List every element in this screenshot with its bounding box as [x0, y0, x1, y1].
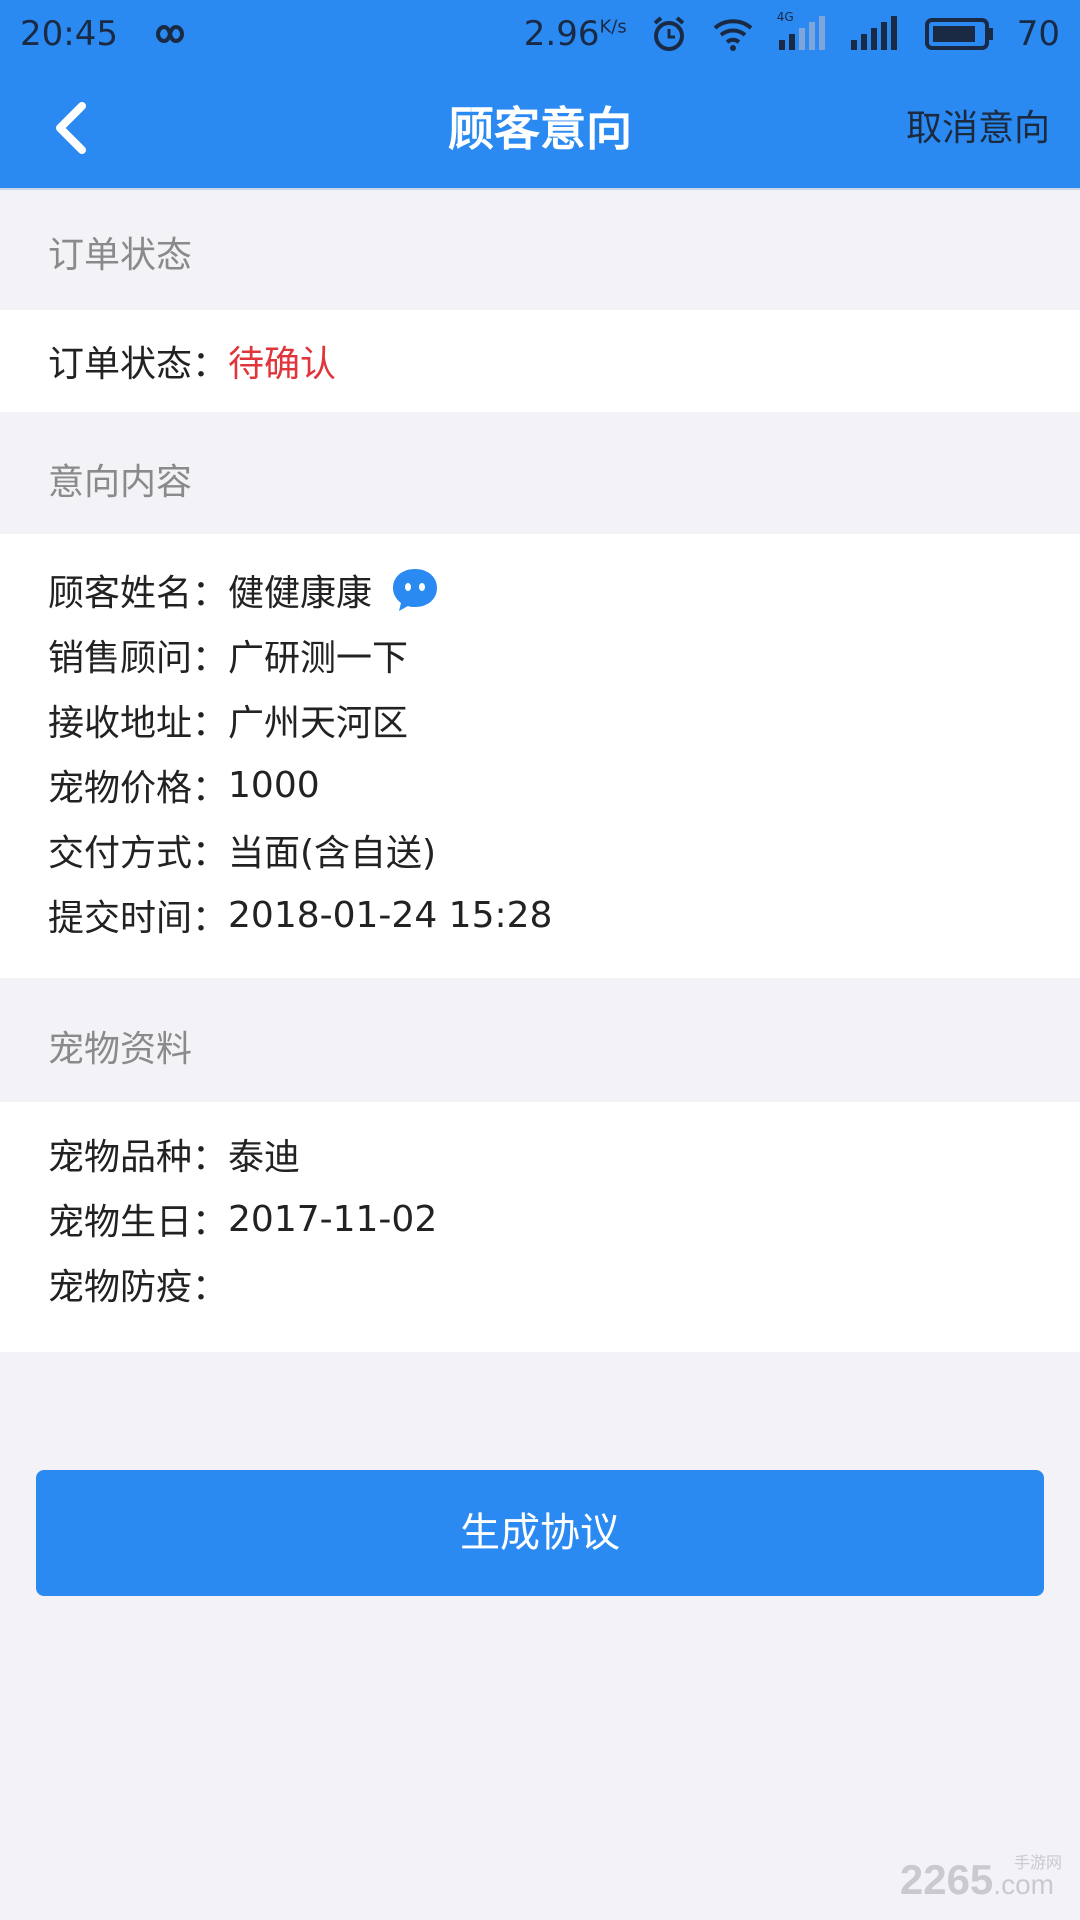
generate-agreement-button[interactable]: 生成协议: [36, 1470, 1044, 1596]
order-status-row: 订单状态： 待确认: [48, 310, 336, 412]
pet-row-breed: 宠物品种： 泰迪: [48, 1124, 300, 1184]
intent-row-value: 健健康康: [228, 573, 373, 614]
pet-row-vaccination: 宠物防疫：: [48, 1254, 228, 1314]
status-time: 20:45: [20, 14, 118, 54]
network-speed: 2.96K/s: [523, 14, 627, 54]
pet-panel: 宠物品种： 泰迪 宠物生日： 2017-11-02 宠物防疫：: [0, 1102, 1080, 1352]
nav-bar: 顾客意向 取消意向: [0, 68, 1080, 190]
site-watermark: 2265 .com 手游网: [899, 1855, 1062, 1903]
section-header-intent: 意向内容: [0, 412, 1080, 534]
intent-row-label: 销售顾问：: [48, 638, 229, 679]
intent-row-value: 广州天河区: [228, 703, 409, 744]
signal-icon: 4G: [777, 10, 827, 52]
section-header-order-status: 订单状态: [0, 192, 1080, 310]
intent-row-pet-price: 宠物价格： 1000: [48, 755, 320, 815]
infinity-icon: [146, 20, 194, 48]
intent-row-submit-time: 提交时间： 2018-01-24 15:28: [48, 885, 552, 945]
intent-row-value: 1000: [228, 764, 320, 806]
intent-panel: 顾客姓名： 健健康康 销售顾问： 广研测一下 接收地址： 广州天河区 宠物价格：…: [0, 534, 1080, 978]
section-header-pet-info: 宠物资料: [0, 978, 1080, 1102]
intent-row-delivery-method: 交付方式： 当面(含自送): [48, 820, 436, 880]
battery-level: 70: [1016, 14, 1060, 54]
intent-row-label: 顾客姓名：: [48, 573, 229, 614]
intent-row-value: 广研测一下: [228, 638, 409, 679]
battery-icon: [924, 17, 995, 51]
order-status-panel: 订单状态： 待确认: [0, 310, 1080, 412]
intent-row-value: 2018-01-24 15:28: [228, 894, 553, 936]
order-status-label: 订单状态：: [48, 344, 229, 385]
intent-row-value: 当面(含自送): [228, 833, 437, 874]
pet-row-label: 宠物生日：: [48, 1202, 229, 1243]
chat-bubble-icon[interactable]: [390, 567, 440, 613]
pet-row-label: 宠物品种：: [48, 1137, 229, 1178]
intent-row-label: 交付方式：: [48, 833, 229, 874]
intent-row-sales-advisor: 销售顾问： 广研测一下: [48, 625, 408, 685]
pet-row-label: 宠物防疫：: [48, 1267, 229, 1308]
chevron-left-icon: [56, 102, 86, 154]
intent-row-label: 宠物价格：: [48, 768, 229, 809]
pet-row-value: 2017-11-02: [228, 1198, 438, 1240]
intent-row-label: 接收地址：: [48, 703, 229, 744]
intent-row-customer-name: 顾客姓名： 健健康康: [48, 560, 440, 620]
status-badge: 待确认: [228, 344, 337, 385]
pet-row-value: 泰迪: [228, 1137, 301, 1178]
back-button[interactable]: [40, 98, 100, 158]
pet-row-birthday: 宠物生日： 2017-11-02: [48, 1189, 437, 1249]
alarm-icon: [649, 14, 689, 54]
cancel-intent-button[interactable]: 取消意向: [906, 68, 1050, 190]
signal-icon: [849, 16, 903, 52]
intent-row-address: 接收地址： 广州天河区: [48, 690, 408, 750]
intent-row-label: 提交时间：: [48, 898, 229, 939]
status-bar: 20:45 2.96K/s 4G 70: [0, 0, 1080, 68]
wifi-icon: [711, 16, 755, 52]
